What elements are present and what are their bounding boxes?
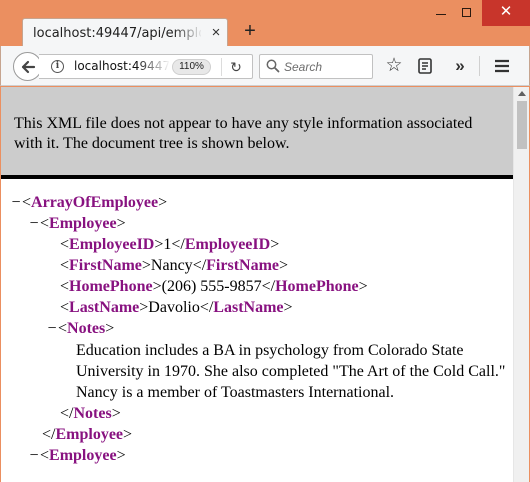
tab-active[interactable]: localhost:49447/api/employeem × xyxy=(22,18,228,48)
xml-notes-close: </Notes> xyxy=(60,405,121,422)
close-window-button[interactable]: ✕ xyxy=(482,0,530,26)
tag-name: FirstName xyxy=(206,257,280,274)
xml-style-notice: This XML file does not appear to have an… xyxy=(1,87,513,179)
notice-text: This XML file does not appear to have an… xyxy=(14,115,473,152)
tag-name: LastName xyxy=(69,299,140,316)
bookmark-star-icon[interactable]: ☆ xyxy=(383,55,405,77)
overflow-chevron-icon[interactable]: » xyxy=(449,55,471,77)
tab-title-fade xyxy=(173,21,203,45)
collapse-toggle[interactable]: − xyxy=(28,213,40,234)
tag-name: Notes xyxy=(73,405,112,422)
tag-name: EmployeeID xyxy=(69,236,155,253)
new-tab-button[interactable]: + xyxy=(240,21,260,41)
field-value: 1 xyxy=(163,236,172,253)
tag-name: Employee xyxy=(49,447,117,464)
tag-name: Employee xyxy=(55,426,124,443)
search-bar[interactable] xyxy=(259,54,373,79)
hamburger-glyph xyxy=(495,59,509,73)
search-input[interactable] xyxy=(284,58,370,76)
tab-close-icon[interactable]: × xyxy=(209,25,223,41)
vertical-scrollbar[interactable] xyxy=(513,87,529,482)
page-content: This XML file does not appear to have an… xyxy=(1,87,529,482)
tag-name: HomePhone xyxy=(69,278,153,295)
search-icon xyxy=(266,59,280,73)
tag-name: Notes xyxy=(67,320,106,337)
xml-employee-open: −<Employee> xyxy=(28,213,126,234)
xml-field-row: <LastName>Davolio</LastName> xyxy=(60,299,293,316)
url-bar[interactable]: i localhost:49447/api/employees 110% ↻ xyxy=(39,54,253,79)
zoom-level-badge[interactable]: 110% xyxy=(172,59,211,75)
field-value: Davolio xyxy=(148,299,200,316)
url-text[interactable]: localhost:49447/api/employees xyxy=(74,59,170,75)
scroll-thumb[interactable] xyxy=(517,101,527,149)
tag-name: LastName xyxy=(213,299,284,316)
toolbar-divider xyxy=(479,56,480,76)
navigation-toolbar: i localhost:49447/api/employees 110% ↻ ☆… xyxy=(0,46,530,86)
tag-name: ArrayOfEmployee xyxy=(31,194,159,211)
scroll-up-arrow-icon[interactable] xyxy=(518,91,526,96)
tab-strip: localhost:49447/api/employeem × + ✕ xyxy=(0,0,530,48)
tag-name: HomePhone xyxy=(275,278,359,295)
xml-notes-open: −<Notes> xyxy=(46,318,115,339)
reading-list-glyph xyxy=(418,58,432,74)
back-arrow-icon xyxy=(21,60,36,74)
reload-icon[interactable]: ↻ xyxy=(227,58,245,76)
notes-text: Education includes a BA in psychology fr… xyxy=(76,342,506,401)
hamburger-menu-icon[interactable] xyxy=(491,55,513,77)
tag-name: Employee xyxy=(49,215,117,232)
minimize-icon xyxy=(436,14,446,15)
url-divider xyxy=(221,58,222,76)
browser-window: localhost:49447/api/employeem × + ✕ i lo… xyxy=(0,0,530,482)
back-button[interactable] xyxy=(13,52,42,81)
maximize-icon xyxy=(462,8,471,17)
tag-name: EmployeeID xyxy=(184,236,271,253)
xml-field-row: <FirstName>Nancy</FirstName> xyxy=(60,257,289,274)
reading-list-icon[interactable] xyxy=(414,55,436,77)
close-icon: ✕ xyxy=(499,3,513,20)
tag-name: FirstName xyxy=(69,257,142,274)
collapse-toggle[interactable]: − xyxy=(46,318,58,339)
maximize-button[interactable] xyxy=(452,0,482,26)
collapse-toggle[interactable]: − xyxy=(28,445,40,466)
xml-root-open: −<ArrayOfEmployee> xyxy=(10,192,168,213)
collapse-toggle[interactable]: − xyxy=(10,192,22,213)
xml-employee-open: −<Employee> xyxy=(28,445,126,466)
info-icon[interactable]: i xyxy=(51,60,64,73)
xml-field-row: <HomePhone>(206) 555-9857</HomePhone> xyxy=(60,278,368,295)
xml-employee-close: </Employee> xyxy=(42,426,133,443)
field-value: (206) 555-9857 xyxy=(161,278,262,295)
field-value: Nancy xyxy=(150,257,193,274)
xml-field-row: <EmployeeID>1</EmployeeID> xyxy=(60,236,280,253)
